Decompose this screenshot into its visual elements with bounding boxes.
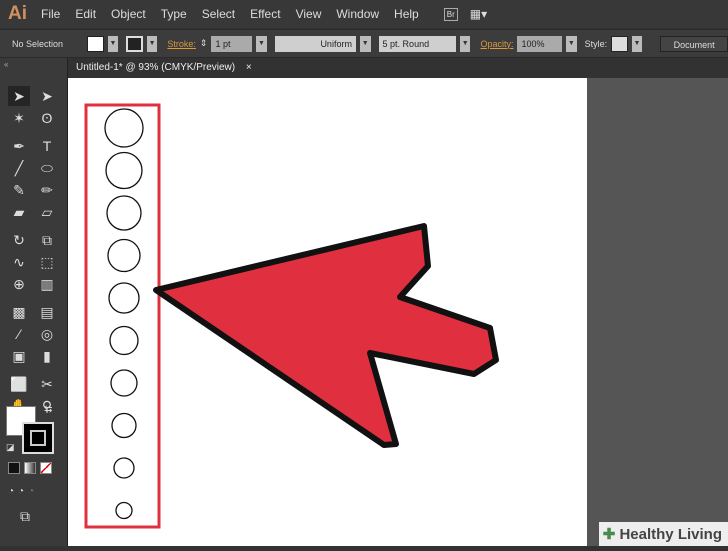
color-mode-icon[interactable]	[8, 462, 20, 474]
direct-selection-tool-icon[interactable]: ➤	[36, 86, 58, 106]
circle-shape	[111, 412, 137, 439]
column-graph-tool-icon[interactable]: ▮	[36, 346, 58, 366]
circle-shape	[107, 238, 141, 273]
selection-status: No Selection	[12, 38, 64, 49]
arrange-documents-button[interactable]: ▦▾	[470, 7, 487, 21]
rotate-tool-icon[interactable]: ↻	[8, 230, 30, 250]
stroke-dropdown[interactable]: ▼	[146, 35, 158, 52]
draw-behind-icon[interactable]: ◔	[18, 486, 24, 497]
selection-tool-icon[interactable]: ➤	[8, 86, 30, 106]
fill-dropdown[interactable]: ▼	[107, 35, 119, 52]
circle-shape	[106, 195, 142, 231]
fill-swatch[interactable]	[87, 35, 104, 52]
none-mode-icon[interactable]	[40, 462, 52, 474]
pasteboard	[587, 78, 728, 546]
brush-definition[interactable]: 5 pt. Round	[378, 35, 456, 52]
bridge-button[interactable]: Br	[443, 7, 458, 21]
stroke-weight-dropdown[interactable]: ▼	[256, 35, 267, 52]
circle-shape	[105, 151, 143, 190]
circle-shape	[109, 325, 139, 356]
brush-dropdown[interactable]: ▼	[459, 35, 471, 52]
circle-shape	[113, 457, 135, 479]
gradient-mode-icon[interactable]	[24, 462, 36, 474]
control-panel: No Selection ▼ ▼ Stroke: ⇕ 1 pt ▼ Uniform…	[0, 29, 728, 58]
artwork	[84, 103, 499, 529]
screen-mode-icon[interactable]: ⧉	[20, 508, 30, 525]
opacity-link[interactable]: Opacity:	[480, 39, 513, 49]
opacity-dropdown[interactable]: ▼	[566, 35, 577, 52]
circle-shape	[110, 369, 138, 397]
eyedropper-tool-icon[interactable]: ⁄	[8, 324, 30, 344]
warp-tool-icon[interactable]: ∿	[8, 252, 30, 272]
menu-bar: Ai File Edit Object Type Select Effect V…	[0, 0, 728, 28]
menu-edit[interactable]: Edit	[75, 7, 96, 21]
variable-width-profile[interactable]: Uniform	[274, 35, 356, 52]
pencil-tool-icon[interactable]: ✏	[36, 180, 58, 200]
menu-help[interactable]: Help	[394, 7, 419, 21]
menu-view[interactable]: View	[296, 7, 322, 21]
eraser-tool-icon[interactable]: ▱	[36, 202, 58, 222]
default-colors-icon[interactable]: ◪	[6, 442, 15, 453]
symbol-sprayer-tool-icon[interactable]: ▣	[8, 346, 30, 366]
menu-effect[interactable]: Effect	[250, 7, 280, 21]
circle-shape	[104, 108, 144, 148]
scale-tool-icon[interactable]: ⧉	[36, 230, 58, 250]
type-tool-icon[interactable]: T	[36, 136, 58, 156]
mesh-tool-icon[interactable]: ▩	[8, 302, 30, 322]
watermark: ✚ Healthy Living	[598, 522, 728, 546]
blob-brush-tool-icon[interactable]: ▰	[8, 202, 30, 222]
profile-dropdown[interactable]: ▼	[359, 35, 371, 52]
app-logo: Ai	[8, 3, 27, 24]
menu-file[interactable]: File	[41, 7, 60, 21]
free-transform-tool-icon[interactable]: ⬚	[36, 252, 58, 272]
lasso-tool-icon[interactable]: ʘ	[36, 108, 58, 128]
stroke-weight-input[interactable]: 1 pt	[211, 35, 253, 52]
draw-inside-icon[interactable]: ◔	[28, 486, 34, 497]
style-dropdown[interactable]: ▼	[631, 35, 643, 52]
pointer-arrow	[153, 223, 499, 448]
style-swatch[interactable]	[611, 35, 628, 52]
shape-builder-tool-icon[interactable]: ⊕	[8, 274, 30, 294]
perspective-grid-tool-icon[interactable]: ▥	[36, 274, 58, 294]
highlight-rectangle	[84, 103, 161, 529]
document-tab[interactable]: Untitled-1* @ 93% (CMYK/Preview) ×	[68, 58, 588, 78]
tools-panel: « ➤➤✶ʘ✒T╱⬭✎✏▰▱↻⧉∿⬚⊕▥▩▤⁄◎▣▮⬜✂✋⚲ ⇆ ◪ ◔◔◔ ⧉	[0, 58, 68, 546]
circle-shape	[108, 282, 140, 314]
artboard-tool-icon[interactable]: ⬜	[8, 374, 30, 394]
line-tool-icon[interactable]: ╱	[8, 158, 30, 178]
menu-object[interactable]: Object	[111, 7, 146, 21]
document-tab-title: Untitled-1* @ 93% (CMYK/Preview)	[76, 62, 236, 73]
gradient-tool-icon[interactable]: ▤	[36, 302, 58, 322]
menu-window[interactable]: Window	[336, 7, 379, 21]
stroke-stepper[interactable]: ⇕	[200, 38, 208, 49]
blend-tool-icon[interactable]: ◎	[36, 324, 58, 344]
opacity-input[interactable]: 100%	[517, 35, 563, 52]
paintbrush-tool-icon[interactable]: ✎	[8, 180, 30, 200]
pen-tool-icon[interactable]: ✒	[8, 136, 30, 156]
slice-tool-icon[interactable]: ✂	[36, 374, 58, 394]
magic-wand-tool-icon[interactable]: ✶	[8, 108, 30, 128]
artboard[interactable]	[68, 78, 587, 546]
swap-colors-icon[interactable]: ⇆	[44, 404, 52, 415]
ellipse-tool-icon[interactable]: ⬭	[36, 158, 58, 178]
menu-select[interactable]: Select	[202, 7, 235, 21]
style-label: Style:	[584, 38, 608, 49]
stroke-swatch[interactable]	[126, 35, 143, 52]
circle-shape	[115, 501, 133, 520]
menu-type[interactable]: Type	[161, 7, 187, 21]
draw-normal-icon[interactable]: ◔	[8, 486, 14, 497]
collapse-panel-icon[interactable]: «	[0, 58, 67, 71]
stroke-link[interactable]: Stroke:	[167, 39, 196, 49]
stroke-color-box[interactable]	[22, 422, 54, 454]
close-tab-icon[interactable]: ×	[246, 62, 252, 73]
document-setup-button[interactable]: Document	[660, 35, 728, 52]
